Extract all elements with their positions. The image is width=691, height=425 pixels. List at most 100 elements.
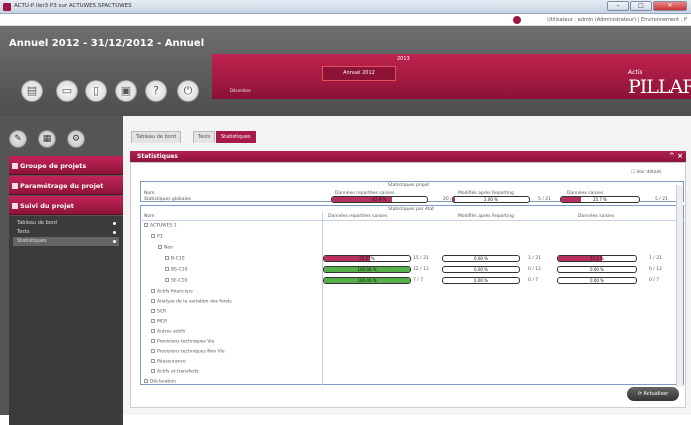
user-info[interactable]: Utilisateur : admin (Administrateur) | E… [547,17,687,23]
subnav-tableau-de-bord[interactable]: Tableau de bord [13,219,119,228]
settings-icon [12,183,18,189]
tree-row[interactable]: Autres actifs [151,329,185,335]
expander-icon[interactable] [151,359,155,363]
progress-bar: 0.00 % [442,255,520,262]
tree-row[interactable]: Non [158,245,173,251]
subnav-statistiques[interactable]: Statistiques [13,237,119,246]
progress-text: 0.00 % [474,256,488,261]
clipboard-icon: ▯ [92,84,100,97]
nav-groupes-projets[interactable]: Groupe de projets [9,156,124,175]
progress-bar: 0.00 % [557,266,637,273]
tree-label: Provisions techniques Vie [157,339,215,345]
chart-icon [12,203,18,209]
clipboard-button[interactable]: ▯ [85,80,107,102]
tree-row[interactable]: Provisions techniques Non Vie [151,349,225,355]
progress-text: 0.00 % [474,278,488,283]
progress-count: 0 / 12 [528,267,541,272]
progress-bar: 0.00 % [442,266,520,273]
expander-icon[interactable] [151,289,155,293]
tree-row[interactable]: SCR [151,309,166,315]
tree-row[interactable]: BS-C10 [165,267,187,273]
tree-row[interactable]: Réassurance [151,359,186,365]
panel-title: Statistiques [137,153,178,160]
progress-count: 12 / 12 [413,267,429,272]
period-month: Décembre [230,88,251,93]
window-titlebar: ACTU-P ller3 P3 sur ACTUWE5.SPACTUWES – … [0,0,691,14]
pen-icon[interactable]: ✎ [9,130,27,148]
tree-label: Autres actifs [157,329,186,335]
global-progress-2: 2.00 % [452,196,530,203]
details-toggle[interactable]: ☐ Voir détails [631,170,661,175]
expander-icon[interactable] [151,234,155,238]
tree-label: Actifs financiers [157,289,193,295]
expander-icon[interactable] [151,309,155,313]
maximize-button[interactable]: □ [630,1,652,11]
tree-label: ACTUWES 1 [150,223,177,229]
expander-icon[interactable] [144,223,148,227]
subnav-tests[interactable]: Tests [13,228,119,237]
expander-icon[interactable] [151,299,155,303]
expander-icon[interactable] [151,339,155,343]
expander-icon[interactable] [165,278,169,282]
power-button[interactable]: ⏻ [177,80,199,102]
tree-row[interactable]: SE-C10 [165,278,187,284]
state-stats-box [140,205,684,385]
table-icon[interactable]: ▦ [38,130,56,148]
progress-bar: 100.00 % [323,266,411,273]
app-header: Annuel 2012 - 31/12/2012 - Annuel Annuel… [0,26,691,116]
panel-controls[interactable]: ^ × [669,151,683,162]
section-project-title: Statistiques projet [388,183,430,188]
expander-icon[interactable] [165,267,169,271]
col-donnees-2: Données reportées saisies [328,214,388,219]
progress-text: 0.00 % [590,267,604,272]
app-icon [3,3,11,11]
tree-row[interactable]: Actifs et transferts [151,369,199,375]
expander-icon[interactable] [151,349,155,353]
nav-parametrage-projet[interactable]: Paramétrage du projet [9,176,124,195]
bullet-icon [113,240,116,243]
expander-icon[interactable] [151,329,155,333]
expander-icon[interactable] [151,319,155,323]
minimize-button[interactable]: – [607,1,629,11]
progress-bar: 57.1 % [557,255,637,262]
tree-row[interactable]: Déclaration [144,379,176,385]
tab-tests[interactable]: Tests [193,131,216,143]
nav-suivi-projet[interactable]: Suivi du projet [9,196,124,215]
gear-icon[interactable]: ⚙ [67,130,85,148]
scrollbar[interactable] [676,185,683,387]
close-button[interactable]: ✕ [653,1,687,11]
progress-text: 53.57% [359,256,375,261]
user-bar: Utilisateur : admin (Administrateur) | E… [0,14,691,26]
global-progress-1: 62.9 % [331,196,428,203]
sidebar-icons: ✎ ▦ ⚙ [9,130,115,152]
folder-button[interactable]: ▭ [56,80,78,102]
tab-statistiques[interactable]: Statistiques [216,131,256,143]
subnav: Tableau de bord Tests Statistiques [9,216,123,425]
expander-icon[interactable] [151,369,155,373]
tree-row[interactable]: Analyse de la variation des fonds [151,299,232,305]
tree-label: Provisions techniques Non Vie [157,349,225,355]
refresh-button[interactable]: ⟳ Actualiser [627,387,679,401]
tree-row[interactable]: MCR [151,319,167,325]
export-button[interactable]: ▣ [115,80,137,102]
expander-icon[interactable] [165,256,169,260]
panel-header: Statistiques ^ × [130,151,686,162]
tree-row[interactable]: Provisions techniques Vie [151,339,214,345]
document-button[interactable]: ▤ [21,80,43,102]
tab-tableau-de-bord[interactable]: Tableau de bord [131,131,181,143]
export-icon: ▣ [120,84,132,97]
tree-label: MCR [157,319,168,325]
tree-row[interactable]: Actifs financiers [151,289,193,295]
tree-row[interactable]: B-C10 [165,256,185,262]
header-divider [140,220,684,221]
help-button[interactable]: ? [145,80,167,102]
tree-label: Analyse de la variation des fonds [157,299,232,305]
document-icon: ▤ [26,84,38,97]
period-segment[interactable]: Annuel 2012 [322,66,396,81]
tree-row[interactable]: P3 [151,234,163,240]
progress-count: 0 / 7 [649,278,660,283]
tree-row[interactable]: ACTUWES 1 [144,223,177,229]
expander-icon[interactable] [158,245,162,249]
tree-label: SCR [157,309,167,315]
expander-icon[interactable] [144,379,148,383]
